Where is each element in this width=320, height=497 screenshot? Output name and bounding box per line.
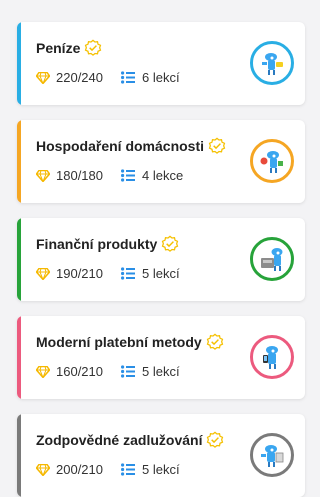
diamond-icon xyxy=(36,169,50,182)
lessons-list-icon xyxy=(121,267,135,280)
course-card-hospodareni-domacnosti[interactable]: Hospodaření domácnosti 180/180 4 lekce xyxy=(17,120,305,203)
course-card-zodpovedne-zadluzovani[interactable]: Zodpovědné zadlužování 200/210 5 lekcí xyxy=(17,414,305,497)
diamond-icon xyxy=(36,463,50,476)
verified-badge-icon xyxy=(207,431,224,448)
course-lessons-count: 5 lekcí xyxy=(142,364,180,379)
course-lessons-count: 4 lekce xyxy=(142,168,184,183)
mascot-debt-icon xyxy=(250,433,294,477)
verified-badge-icon xyxy=(85,39,102,56)
course-score: 200/210 xyxy=(56,462,103,477)
course-title: Peníze xyxy=(36,40,81,56)
diamond-icon xyxy=(36,365,50,378)
card-accent-stripe xyxy=(17,316,21,399)
course-title: Moderní platební metody xyxy=(36,334,202,350)
course-title: Zodpovědné zadlužování xyxy=(36,432,203,448)
lessons-list-icon xyxy=(121,71,135,84)
diamond-icon xyxy=(36,71,50,84)
course-score: 160/210 xyxy=(56,364,103,379)
card-accent-stripe xyxy=(17,414,21,497)
verified-badge-icon xyxy=(206,333,223,350)
card-accent-stripe xyxy=(17,22,21,105)
lessons-list-icon xyxy=(121,169,135,182)
mascot-household-icon xyxy=(250,139,294,183)
lessons-list-icon xyxy=(121,463,135,476)
course-score: 220/240 xyxy=(56,70,103,85)
course-title: Finanční produkty xyxy=(36,236,158,252)
course-lessons-count: 5 lekcí xyxy=(142,266,180,281)
course-card-penize[interactable]: Peníze 220/240 6 lekcí xyxy=(17,22,305,105)
card-accent-stripe xyxy=(17,218,21,301)
course-card-financni-produkty[interactable]: Finanční produkty 190/210 5 lekcí xyxy=(17,218,305,301)
card-accent-stripe xyxy=(17,120,21,203)
verified-badge-icon xyxy=(162,235,179,252)
verified-badge-icon xyxy=(208,137,226,154)
course-lessons-count: 6 lekcí xyxy=(142,70,180,85)
course-score: 190/210 xyxy=(56,266,103,281)
diamond-icon xyxy=(36,267,50,280)
mascot-payment-icon xyxy=(250,335,294,379)
course-lessons-count: 5 lekcí xyxy=(142,462,180,477)
mascot-money-icon xyxy=(250,41,294,85)
lessons-list-icon xyxy=(121,365,135,378)
course-title: Hospodaření domácnosti xyxy=(36,138,205,154)
mascot-products-icon xyxy=(250,237,294,281)
course-card-moderni-platebni-metody[interactable]: Moderní platební metody 160/210 5 lekcí xyxy=(17,316,305,399)
course-score: 180/180 xyxy=(56,168,103,183)
